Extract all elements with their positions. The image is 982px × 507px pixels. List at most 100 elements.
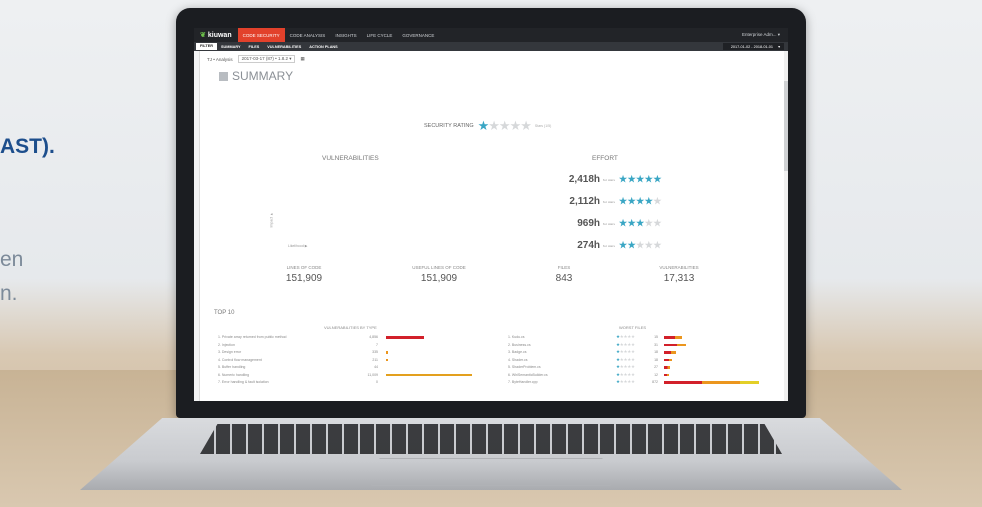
worst-file-count: 872 — [652, 380, 658, 385]
user-menu[interactable]: Enterprise Adm... ▾ — [742, 32, 788, 38]
worst-file-name: 3. Badge.cs — [508, 350, 527, 355]
laptop-screen: ❦ kiuwan CODE SECURITY CODE ANALYSIS INS… — [194, 28, 788, 401]
effort-row: 2,112h for stars ★★★★★ — [566, 196, 662, 207]
worst-file-stars: ★★★★★ — [616, 379, 644, 385]
effort-hours: 2,418h — [568, 174, 600, 185]
effort-note: for stars — [603, 243, 616, 248]
star-icon: ★ — [653, 196, 662, 206]
sidebar-collapsed[interactable] — [194, 51, 200, 401]
filter-button[interactable]: FILTER — [196, 43, 218, 50]
worst-file-stars: ★★★★★ — [616, 372, 644, 378]
worst-file-row[interactable]: 2. Business.cs ★★★★★ 31 — [508, 342, 686, 349]
star-icon: ★ — [630, 341, 635, 347]
worst-file-bar — [664, 358, 672, 361]
by-type-title: VULNERABILITIES BY TYPE — [324, 325, 377, 330]
worst-file-bar — [664, 373, 669, 376]
tab-action-plans[interactable]: ACTION PLANS — [305, 45, 341, 49]
heatmap-cell-high[interactable]: 3,876 HIGH — [274, 171, 352, 206]
nav-insights[interactable]: INSIGHTS — [330, 28, 361, 42]
kiuwan-logo[interactable]: ❦ kiuwan — [194, 31, 238, 40]
nav-governance[interactable]: GOVERNANCE — [397, 28, 439, 42]
effort-note: for stars — [603, 199, 616, 204]
background-text-line: en — [0, 248, 24, 271]
vuln-type-row[interactable]: 7. Error handling & fault isolation 0 — [218, 379, 386, 386]
nav-life-cycle[interactable]: LIFE CYCLE — [362, 28, 398, 42]
star-icon: ★ — [636, 240, 645, 250]
vuln-type-count: 0 — [376, 380, 378, 385]
effort-hours: 2,112h — [569, 196, 600, 207]
effort-row: 2,418h for stars ★★★★★ — [566, 174, 662, 185]
grid-icon[interactable]: ▦ — [300, 56, 304, 62]
worst-file-name: 2. Business.cs — [508, 342, 531, 347]
vuln-type-name: 7. Error handling & fault isolation — [218, 380, 269, 385]
worst-file-row[interactable]: 1. Kudu.cs ★★★★★ 15 — [508, 334, 682, 341]
effort-row: 969h for stars ★★★★★ — [566, 218, 662, 229]
scrollbar[interactable] — [784, 51, 788, 401]
worst-file-row[interactable]: 6. WhiSemanticBuilder.cs ★★★★★ 12 — [508, 372, 669, 379]
scrollbar-thumb[interactable] — [784, 81, 788, 171]
star-icon: ★★★★ — [488, 118, 532, 133]
breadcrumb: TJ • Analysis 2017-03-17 (87) • 1.8.2 ▾ … — [207, 55, 305, 63]
effort-title: EFFORT — [592, 155, 618, 162]
worst-file-count: 31 — [654, 342, 658, 347]
tab-vulnerabilities[interactable]: VULNERABILITIES — [263, 45, 305, 49]
worst-file-stars: ★★★★★ — [616, 364, 644, 370]
star-icon: ★ — [627, 240, 637, 250]
worst-file-row[interactable]: 5. ShaderProblem.cs ★★★★★ 27 — [508, 364, 670, 371]
worst-file-row[interactable]: 7. ByteHandler.cpp ★★★★★ 872 — [508, 379, 759, 386]
effort-stars: ★★★★★ — [619, 240, 662, 251]
vuln-type-row[interactable]: 1. Private array returned from public me… — [218, 334, 424, 341]
worst-file-count: 15 — [654, 335, 658, 340]
vuln-type-name: 6. Numeric handling — [218, 372, 250, 377]
vuln-type-name: 2. Injection — [218, 342, 235, 347]
worst-file-name: 4. Shader.cs — [508, 357, 528, 362]
star-icon: ★ — [636, 218, 645, 228]
vuln-type-count: 44 — [374, 365, 378, 370]
heatmap-cell-very-high[interactable]: 514 VERY HIGH — [352, 171, 430, 206]
vuln-type-row[interactable]: 3. Design error 335 — [218, 349, 388, 356]
date-range-picker[interactable]: 2017-01-02 - 2018-01-01 ▾ — [722, 43, 784, 50]
heatmap-cell-normal[interactable]: 10,022 NORMAL — [352, 206, 430, 241]
worst-file-stars: ★★★★★ — [616, 349, 644, 355]
leaf-icon: ❦ — [200, 32, 206, 39]
worst-file-bar — [664, 381, 759, 384]
effort-note: for stars — [603, 177, 616, 182]
vuln-type-row[interactable]: 5. Buffer handling 44 — [218, 364, 386, 371]
nav-code-security[interactable]: CODE SECURITY — [237, 28, 285, 42]
vuln-type-count: 11,009 — [367, 372, 378, 377]
breadcrumb-app[interactable]: TJ • Analysis — [207, 57, 233, 62]
worst-file-count: 27 — [654, 365, 658, 370]
vuln-type-row[interactable]: 4. Control flow management 211 — [218, 357, 388, 364]
worst-file-count: 12 — [654, 372, 658, 377]
star-icon: ★ — [630, 371, 635, 377]
stat-vulnerabilities: VULNERABILITIES 17,313 — [659, 265, 699, 284]
effort-note: for stars — [603, 221, 616, 226]
vuln-type-row[interactable]: 2. Injection 7 — [218, 342, 386, 349]
tab-summary[interactable]: SUMMARY — [217, 45, 244, 49]
nav-code-analysis[interactable]: CODE ANALYSIS — [285, 28, 331, 42]
tab-files[interactable]: FILES — [245, 45, 264, 49]
worst-file-bar — [664, 351, 676, 354]
effort-hours: 274h — [577, 240, 600, 251]
worst-file-row[interactable]: 4. Shader.cs ★★★★★ 18 — [508, 357, 672, 364]
vuln-type-row[interactable]: 6. Numeric handling 11,009 — [218, 372, 472, 379]
star-icon: ★ — [619, 196, 628, 206]
vuln-type-count: 7 — [376, 342, 378, 347]
stat-files: FILES 843 — [555, 265, 573, 284]
background-headline: AST). — [0, 135, 55, 158]
star-icon: ★ — [627, 174, 637, 184]
top10-title: TOP 10 — [214, 310, 235, 316]
vuln-type-count: 211 — [372, 357, 378, 362]
heatmap-cell-low[interactable]: 2,901 LOW — [274, 206, 352, 241]
star-icon: ★ — [630, 379, 635, 385]
stat-useful-lines: USEFUL LINES OF CODE 151,909 — [412, 265, 466, 284]
analysis-selector[interactable]: 2017-03-17 (87) • 1.8.2 ▾ — [237, 55, 296, 63]
heatmap-x-axis-label: Likelihood ▶ — [288, 244, 308, 248]
effort-hours: 969h — [577, 218, 600, 229]
star-rating: ★★★★★ — [478, 118, 532, 134]
star-icon: ★ — [630, 334, 635, 340]
worst-file-row[interactable]: 3. Badge.cs ★★★★★ 18 — [508, 349, 676, 356]
heatmap-y-axis-label: Impact ▲ — [269, 212, 274, 228]
worst-files-title: WORST FILES — [619, 325, 647, 330]
effort-row: 274h for stars ★★★★★ — [566, 240, 662, 251]
